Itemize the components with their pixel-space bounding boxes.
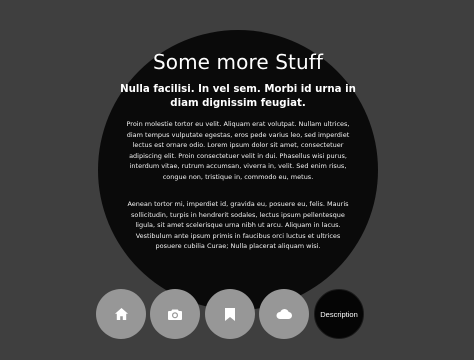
description-button[interactable]: Description <box>314 289 364 339</box>
cloud-button[interactable] <box>259 289 309 339</box>
content-paragraph-1: Proin molestie tortor eu velit. Aliquam … <box>126 120 350 181</box>
content-paragraph-2: Aenean tortor mi, imperdiet id, gravida … <box>127 200 349 250</box>
home-icon <box>114 308 128 320</box>
cloud-icon <box>276 309 292 319</box>
page-title: Some more Stuff <box>152 50 324 74</box>
bookmark-icon <box>225 307 235 321</box>
camera-icon <box>168 309 182 320</box>
content-circle: Some more Stuff Nulla facilisi. In vel s… <box>98 30 378 310</box>
home-button[interactable] <box>96 289 146 339</box>
description-label: Description <box>320 309 358 319</box>
content-subtitle: Nulla facilisi. In vel sem. Morbi id urn… <box>120 84 356 109</box>
bookmark-button[interactable] <box>205 289 255 339</box>
camera-button[interactable] <box>150 289 200 339</box>
